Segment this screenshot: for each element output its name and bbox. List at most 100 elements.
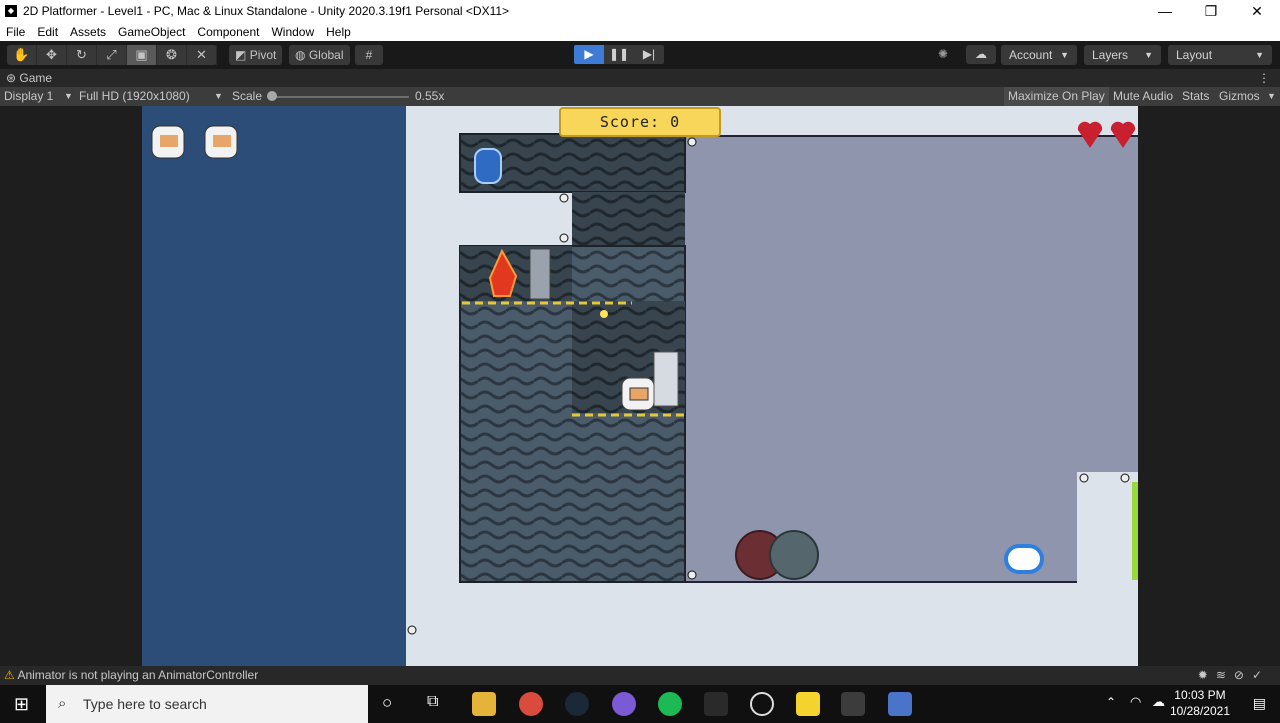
step-icon: ▶|: [642, 47, 656, 61]
global-toggle[interactable]: ◍ Global: [289, 45, 350, 65]
bug-icon[interactable]: ✹: [1198, 668, 1216, 682]
chevron-down-icon[interactable]: ▼: [1267, 87, 1276, 106]
cloud-button[interactable]: ☁: [966, 45, 996, 64]
move-tool-icon[interactable]: ✥: [37, 45, 67, 65]
status-icons: ✹≋⊘✓: [1198, 666, 1270, 685]
check-icon[interactable]: ✓: [1252, 668, 1270, 682]
task-view-icon[interactable]: ⧉: [427, 693, 438, 711]
play-button[interactable]: ▶: [574, 45, 604, 64]
spotify-icon[interactable]: [658, 692, 682, 716]
grid-icon: #: [365, 48, 373, 62]
cortana-icon[interactable]: ○: [382, 693, 392, 713]
close-button[interactable]: ✕: [1234, 0, 1280, 22]
door-icon: [529, 248, 551, 300]
display-dropdown[interactable]: Display 1: [4, 87, 53, 106]
resolution-dropdown[interactable]: Full HD (1920x1080): [79, 87, 190, 106]
global-label: Global: [308, 48, 344, 62]
menu-file[interactable]: File: [0, 25, 31, 39]
rotate-tool-icon[interactable]: ↻: [67, 45, 97, 65]
app-f-icon[interactable]: [750, 692, 774, 716]
step-button[interactable]: ▶|: [634, 45, 664, 64]
layout-dropdown[interactable]: Layout ▼: [1168, 45, 1272, 65]
layers-dropdown[interactable]: Layers ▼: [1084, 45, 1161, 65]
capsule-pickup-icon: [1004, 544, 1044, 574]
sticky-notes-icon[interactable]: [796, 692, 820, 716]
status-message[interactable]: Animator is not playing an AnimatorContr…: [17, 668, 258, 682]
chevron-down-icon: ▼: [1255, 50, 1264, 60]
transform-tool-icon[interactable]: ❂: [157, 45, 187, 65]
discord-icon[interactable]: [612, 692, 636, 716]
game-scene: [151, 106, 1138, 666]
pause-icon: ❚❚: [608, 47, 630, 61]
mute-audio-toggle[interactable]: Mute Audio: [1113, 87, 1173, 106]
lighting-icon[interactable]: ≋: [1216, 668, 1234, 682]
gizmos-toggle[interactable]: Gizmos: [1219, 87, 1260, 106]
stats-toggle[interactable]: Stats: [1182, 87, 1209, 106]
game-view[interactable]: Score: 0: [142, 106, 1138, 666]
menu-component[interactable]: Component: [191, 25, 265, 39]
restore-button[interactable]: ❐: [1188, 0, 1234, 22]
chevron-down-icon[interactable]: ▼: [64, 87, 73, 106]
taskbar-clock[interactable]: 10:03 PM 10/28/2021: [1170, 687, 1230, 719]
scale-slider-track[interactable]: [271, 96, 409, 98]
grid-snap-button[interactable]: #: [355, 45, 383, 65]
cloud-icon: ☁: [975, 47, 987, 61]
nvidia-icon[interactable]: [704, 692, 728, 716]
scale-label: Scale: [232, 89, 263, 103]
account-dropdown[interactable]: Account ▼: [1001, 45, 1077, 65]
menu-help[interactable]: Help: [320, 25, 357, 39]
play-icon: ▶: [584, 47, 594, 61]
windows-start-icon[interactable]: ⊞: [14, 694, 29, 715]
blue-crystal-icon: [474, 148, 502, 184]
minimize-button[interactable]: —: [1142, 0, 1188, 22]
light-icon: [600, 310, 608, 318]
room-area: [685, 136, 1138, 581]
menu-assets[interactable]: Assets: [64, 25, 112, 39]
score-text: Score: 0: [599, 113, 681, 131]
game-view-controls: Display 1 ▼ Full HD (1920x1080) ▼ Scale …: [0, 87, 1280, 106]
game-tab[interactable]: ⊛ Game ⋮: [0, 69, 1280, 87]
checkpoint-icon: [653, 351, 679, 407]
unity-taskbar-icon[interactable]: [841, 692, 865, 716]
more-options-icon[interactable]: ⋮: [1258, 69, 1270, 87]
custom-tool-icon[interactable]: ✕: [187, 45, 217, 65]
layers-label: Layers: [1092, 48, 1129, 62]
pivot-toggle[interactable]: ◩ Pivot: [229, 45, 283, 65]
menu-window[interactable]: Window: [265, 25, 320, 39]
scale-slider-handle[interactable]: [267, 91, 277, 101]
title-bar: ◆ 2D Platformer - Level1 - PC, Mac & Lin…: [0, 0, 1280, 22]
chevron-down-icon[interactable]: ▼: [214, 87, 223, 106]
steam-icon[interactable]: [565, 692, 589, 716]
onedrive-icon[interactable]: ☁: [1152, 694, 1165, 710]
progress-icon[interactable]: ⊘: [1234, 668, 1252, 682]
account-label: Account: [1009, 48, 1053, 62]
gamepad-icon: ⊛: [6, 71, 17, 85]
transform-tools: ✋ ✥ ↻ ⤢ ▣ ❂ ✕: [7, 45, 217, 65]
collab-button[interactable]: ✺: [928, 45, 958, 64]
rect-tool-icon[interactable]: ▣: [127, 45, 157, 65]
wifi-icon[interactable]: ◠: [1130, 694, 1141, 710]
menu-gameobject[interactable]: GameObject: [112, 25, 191, 39]
hand-tool-icon[interactable]: ✋: [7, 45, 37, 65]
menu-bar: File Edit Assets GameObject Component Wi…: [0, 22, 1280, 41]
scale-value: 0.55x: [415, 89, 445, 103]
game-tab-label: Game: [19, 71, 53, 85]
clock-date: 10/28/2021: [1169, 704, 1230, 718]
collab-icon: ✺: [937, 47, 949, 61]
window-controls: — ❐ ✕: [1142, 0, 1280, 22]
scale-tool-icon[interactable]: ⤢: [97, 45, 127, 65]
globe-icon: ◍: [295, 48, 306, 62]
menu-edit[interactable]: Edit: [31, 25, 64, 39]
layout-label: Layout: [1176, 48, 1213, 62]
windows-taskbar: ⊞ ⌕ Type here to search ○ ⧉ ⌃ ◠ ☁ 10:03 …: [0, 685, 1280, 723]
file-explorer-icon[interactable]: [472, 692, 496, 716]
tray-chevron-icon[interactable]: ⌃: [1106, 695, 1116, 709]
wall-block-mid: [572, 192, 685, 247]
status-bar: ⚠ Animator is not playing an AnimatorCon…: [0, 666, 1280, 685]
notifications-icon[interactable]: ▤: [1253, 695, 1266, 712]
taskbar-search[interactable]: ⌕ Type here to search: [46, 685, 368, 723]
maximize-on-play-toggle[interactable]: Maximize On Play: [1004, 87, 1109, 106]
krita-icon[interactable]: [888, 692, 912, 716]
pause-button[interactable]: ❚❚: [604, 45, 634, 64]
chrome-icon[interactable]: [519, 692, 543, 716]
